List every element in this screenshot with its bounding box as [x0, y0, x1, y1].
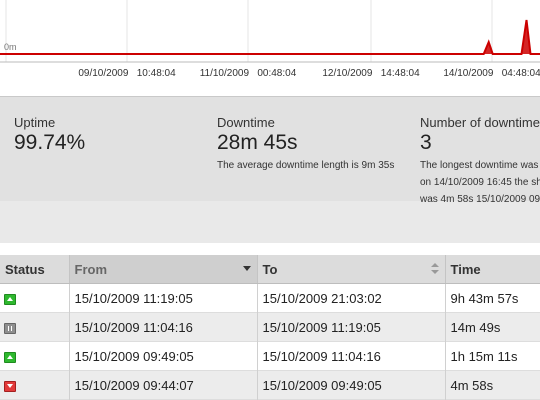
- chart-grid: [0, 0, 540, 63]
- x-tick-label: 09/10/2009 10:48:04: [78, 68, 176, 79]
- stats-panel: Uptime 99.74% Downtime 28m 45s The avera…: [0, 96, 540, 243]
- status-cell: [0, 312, 69, 342]
- downtime-table: Status From To Time 15/10/2009 11:19:05 1…: [0, 255, 540, 400]
- to-cell: 15/10/2009 21:03:02: [256, 283, 445, 313]
- column-header-from-label: From: [74, 261, 108, 277]
- table-row[interactable]: 15/10/2009 09:44:07 15/10/2009 09:49:05 4m…: [0, 370, 540, 400]
- downtime-series-line: [0, 19, 540, 55]
- status-down-icon: [4, 380, 16, 392]
- x-tick-label: 14/10/2009 04:48:04: [443, 68, 540, 79]
- x-tick-label: 11/10/2009 00:48:04: [200, 68, 297, 79]
- table-header-row: Status From To Time: [0, 255, 540, 284]
- table-body: 15/10/2009 11:19:05 15/10/2009 21:03:02 9h…: [0, 283, 540, 400]
- from-cell: 15/10/2009 09:44:07: [68, 370, 257, 400]
- chart-svg: 0m 09/10/2009 10:48:04 11/10/2009 00:48:04…: [0, 0, 540, 79]
- status-up-icon: [4, 351, 16, 363]
- downtime-chart: 0m 09/10/2009 10:48:04 11/10/2009 00:48:04…: [0, 0, 540, 96]
- column-header-from[interactable]: From: [68, 255, 257, 284]
- column-header-status-label: Status: [5, 261, 45, 277]
- time-cell: 4m 58s: [444, 370, 540, 400]
- downtime-note: The average downtime length is 9m 35s: [217, 160, 395, 171]
- uptime-value: 99.74%: [14, 131, 86, 154]
- status-paused-icon: [4, 322, 16, 334]
- column-header-to[interactable]: To: [256, 255, 445, 284]
- y-tick-label: 0m: [4, 42, 17, 52]
- table-row[interactable]: 15/10/2009 09:49:05 15/10/2009 11:04:16 1h…: [0, 341, 540, 371]
- time-cell: 9h 43m 57s: [444, 283, 540, 313]
- sort-both-icon: [430, 263, 439, 275]
- from-cell: 15/10/2009 11:19:05: [68, 283, 257, 313]
- downtime-count-value: 3: [420, 131, 432, 154]
- time-cell: 1h 15m 11s: [444, 341, 540, 371]
- to-cell: 15/10/2009 11:19:05: [256, 312, 445, 342]
- downtime-label: Downtime: [217, 115, 275, 130]
- x-tick-label: 12/10/2009 14:48:04: [322, 68, 420, 79]
- table-row[interactable]: 15/10/2009 11:04:16 15/10/2009 11:19:05 14…: [0, 312, 540, 342]
- status-up-icon: [4, 293, 16, 305]
- status-cell: [0, 370, 69, 400]
- status-cell: [0, 341, 69, 371]
- column-header-time[interactable]: Time: [444, 255, 540, 284]
- from-cell: 15/10/2009 09:49:05: [68, 341, 257, 371]
- to-cell: 15/10/2009 11:04:16: [256, 341, 445, 371]
- sort-descending-icon: [242, 266, 251, 271]
- downtime-count-label: Number of downtimes: [420, 115, 540, 130]
- from-cell: 15/10/2009 11:04:16: [68, 312, 257, 342]
- time-cell: 14m 49s: [444, 312, 540, 342]
- status-cell: [0, 283, 69, 313]
- column-header-status[interactable]: Status: [0, 255, 69, 284]
- column-header-to-label: To: [262, 261, 278, 277]
- downtime-count-note: The longest downtime was 47s on 14/10/20…: [420, 160, 540, 205]
- column-header-time-label: Time: [450, 261, 481, 277]
- table-row[interactable]: 15/10/2009 11:19:05 15/10/2009 21:03:02 9h…: [0, 283, 540, 313]
- uptime-label: Uptime: [14, 115, 56, 130]
- downtime-table-wrapper: Status From To Time 15/10/2009 11:19:05 1…: [0, 255, 540, 400]
- downtime-value: 28m 45s: [217, 131, 298, 154]
- to-cell: 15/10/2009 09:49:05: [256, 370, 445, 400]
